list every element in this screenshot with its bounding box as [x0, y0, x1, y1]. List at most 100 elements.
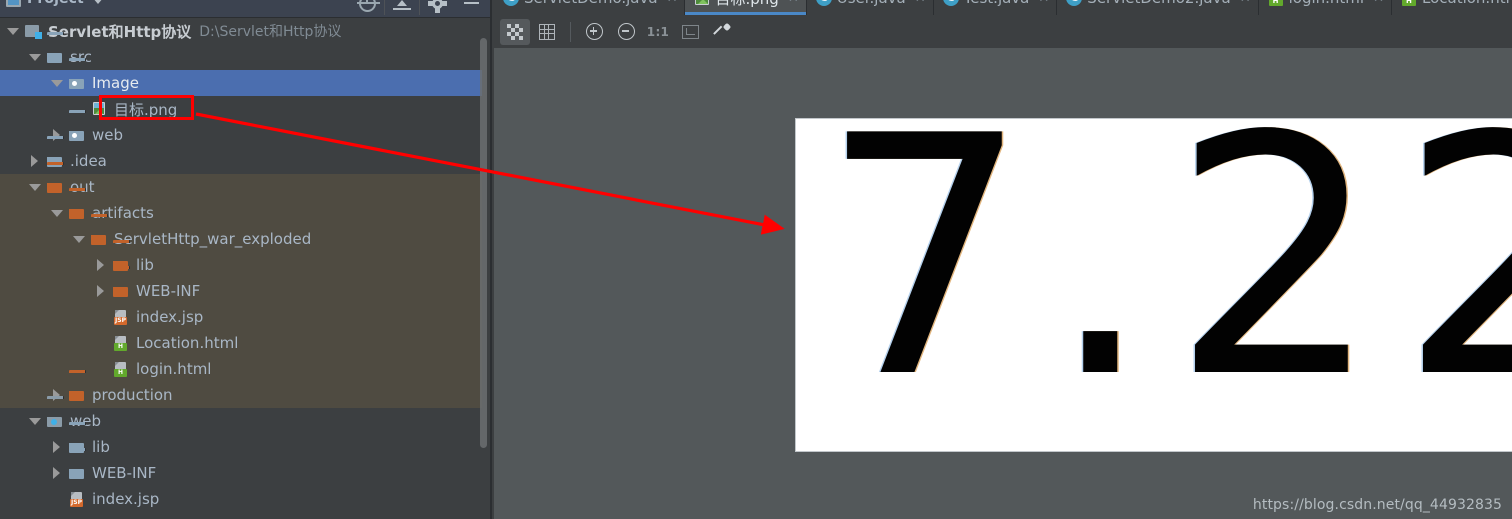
tree-row-servlet和http协议[interactable]: Servlet和Http协议 D:\Servlet和Http协议: [0, 18, 482, 44]
tree-row-label: WEB-INF: [92, 464, 157, 482]
tree-row-label: WEB-INF: [136, 282, 201, 300]
tree-row-artifacts[interactable]: artifacts: [0, 188, 482, 226]
image-preview-content: 7.22: [820, 118, 1512, 450]
locate-icon[interactable]: [350, 0, 384, 16]
zoom-out-button[interactable]: [611, 19, 641, 45]
color-picker-button[interactable]: [707, 19, 737, 45]
chevron-down-icon[interactable]: [72, 232, 86, 246]
ide-window: Project: [0, 0, 1512, 519]
project-tree[interactable]: Servlet和Http协议 D:\Servlet和Http协议 src Image 目…: [0, 18, 482, 519]
fit-screen-icon: [681, 24, 699, 39]
editor-tab-user.java[interactable]: User.java ✕: [807, 0, 934, 15]
html-file-icon: H: [1401, 0, 1417, 6]
tree-row-path: D:\Servlet和Http协议: [199, 24, 342, 40]
tree-row-web-inf[interactable]: WEB-INF: [0, 448, 482, 486]
close-icon[interactable]: ✕: [915, 0, 926, 5]
chevron-down-icon[interactable]: [6, 24, 20, 38]
tree-row-.idea[interactable]: .idea: [0, 136, 482, 174]
tree-row-label: Location.html: [136, 334, 239, 352]
editor-tab-目标.png[interactable]: 目标.png ✕: [685, 0, 807, 15]
tree-row-index.jsp[interactable]: JSP index.jsp: [0, 486, 482, 512]
chevron-down-icon[interactable]: [28, 414, 42, 428]
tree-row-label: index.jsp: [136, 308, 204, 326]
fit-to-window-button[interactable]: [675, 19, 705, 45]
chevron-down-icon[interactable]: [28, 180, 42, 194]
eyedropper-icon: [713, 22, 732, 41]
editor-tab-strip[interactable]: ServletDemo.java✕目标.png✕User.java✕Test.j…: [494, 0, 1512, 15]
java-class-icon: [942, 0, 959, 6]
toggle-transparency-chessboard-button[interactable]: [500, 18, 530, 45]
minimize-icon[interactable]: [454, 0, 488, 16]
jsp-file-icon: JSP: [68, 491, 86, 507]
tree-row-label: src: [70, 48, 92, 66]
html-file-icon: H: [1268, 0, 1284, 6]
tree-row-label: .idea: [70, 152, 107, 170]
watermark-text: https://blog.csdn.net/qq_44932835: [1252, 497, 1502, 513]
tree-row-目标.png[interactable]: 目标.png: [0, 96, 482, 122]
tree-row-web[interactable]: web: [0, 110, 482, 148]
image-file-icon: [90, 101, 108, 117]
close-icon[interactable]: ✕: [1038, 0, 1049, 5]
web-resource-folder-icon: [46, 396, 64, 429]
chevron-down-icon[interactable]: [91, 0, 104, 4]
tree-row-production[interactable]: production: [0, 370, 482, 408]
tree-row-label: out: [70, 178, 95, 196]
html-file-icon: H: [112, 335, 130, 351]
close-icon[interactable]: ✕: [667, 0, 678, 5]
folder-excluded-icon: [90, 214, 108, 247]
chevron-down-icon[interactable]: [28, 50, 42, 64]
tree-row-servlethttp_war_exploded[interactable]: ServletHttp_war_exploded: [0, 214, 482, 252]
close-icon[interactable]: ✕: [1373, 0, 1384, 5]
project-panel-title-group[interactable]: Project: [6, 0, 104, 7]
chevron-right-icon[interactable]: [28, 154, 42, 168]
editor-area: ServletDemo.java✕目标.png✕User.java✕Test.j…: [494, 0, 1512, 519]
folder-icon: [46, 136, 64, 169]
tree-row-lib[interactable]: lib: [0, 240, 482, 278]
tree-row-web[interactable]: web: [0, 396, 482, 434]
project-tool-window: Project: [0, 0, 492, 519]
actual-size-button[interactable]: 1:1: [643, 19, 673, 45]
editor-tab-servletdemo.java[interactable]: ServletDemo.java ✕: [494, 0, 686, 15]
close-icon[interactable]: ✕: [788, 0, 799, 5]
collapse-all-icon[interactable]: [385, 0, 419, 16]
tree-row-out[interactable]: out: [0, 162, 482, 200]
settings-gear-icon[interactable]: [420, 0, 454, 16]
zoom-in-button[interactable]: [579, 19, 609, 45]
tree-row-web-inf[interactable]: WEB-INF: [0, 266, 482, 304]
project-panel-header: Project: [0, 0, 492, 18]
chevron-down-icon[interactable]: [50, 76, 64, 90]
editor-tab-login.html[interactable]: Hlogin.html ✕: [1259, 0, 1392, 15]
sidebar-scrollbar-thumb[interactable]: [480, 38, 487, 448]
java-class-icon: [1066, 0, 1083, 6]
chevron-right-icon[interactable]: [50, 388, 64, 402]
chevron-right-icon[interactable]: [50, 440, 64, 454]
editor-tab-test.java[interactable]: Test.java ✕: [934, 0, 1058, 15]
tree-row-index.jsp[interactable]: JSP index.jsp: [0, 304, 482, 330]
editor-tab-location.html[interactable]: HLocation.html✕: [1392, 0, 1512, 15]
toggle-grid-button[interactable]: [532, 19, 562, 45]
image-preview-canvas[interactable]: 7.22 https://blog.csdn.net/qq_44932835: [494, 48, 1512, 519]
tree-row-label: production: [92, 386, 173, 404]
editor-tab-servletdemo2.java[interactable]: ServletDemo2.java ✕: [1057, 0, 1259, 15]
sidebar-scrollbar-track[interactable]: [480, 18, 490, 519]
tree-row-image[interactable]: Image: [0, 58, 482, 96]
tree-row-lib[interactable]: lib: [0, 422, 482, 460]
grid-icon: [539, 23, 555, 40]
close-icon[interactable]: ✕: [1240, 0, 1251, 5]
chevron-right-icon[interactable]: [50, 466, 64, 480]
chevron-right-icon[interactable]: [94, 284, 108, 298]
tree-row-src[interactable]: src: [0, 32, 482, 70]
chevron-right-icon[interactable]: [50, 128, 64, 142]
sidebar-editor-divider[interactable]: [490, 0, 492, 519]
editor-tab-label: ServletDemo2.java: [1087, 0, 1230, 7]
folder-excluded-icon: [112, 240, 130, 273]
chevron-right-icon[interactable]: [94, 258, 108, 272]
tree-row-label: lib: [92, 438, 110, 456]
module-icon: [24, 23, 42, 39]
chevron-down-icon[interactable]: [50, 206, 64, 220]
tree-row-location.html[interactable]: H Location.html: [0, 330, 482, 356]
tree-row-login.html[interactable]: Hlogin.html: [0, 356, 482, 382]
